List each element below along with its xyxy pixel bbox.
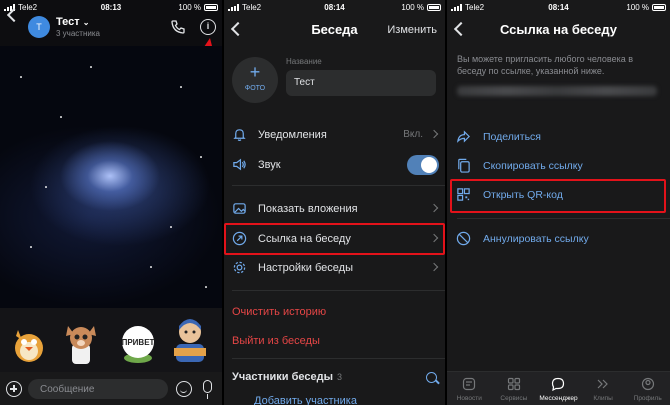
plus-icon: + xyxy=(249,62,261,82)
sound-row: Звук xyxy=(224,152,445,178)
notifications-label: Уведомления xyxy=(258,129,327,141)
tab-profile[interactable]: Профиль xyxy=(625,372,670,405)
name-label: Название xyxy=(286,57,322,66)
clear-history-button[interactable]: Очистить историю xyxy=(232,306,326,318)
block-icon xyxy=(456,231,471,246)
battery-label: 100 % xyxy=(178,3,201,12)
sticker-bird[interactable] xyxy=(10,318,48,366)
edit-button[interactable]: Изменить xyxy=(387,24,437,36)
members-title: Участники беседы 3 xyxy=(232,371,342,383)
tab-services[interactable]: Сервисы xyxy=(492,372,537,405)
invite-description: Вы можете пригласить любого человека в б… xyxy=(457,54,634,76)
battery-label: 100 % xyxy=(401,3,424,12)
chat-settings-row[interactable]: Настройки беседы xyxy=(224,255,445,281)
status-bar: Tele2 08:14 100 % xyxy=(224,0,445,14)
highlight-box xyxy=(450,179,666,213)
chat-settings-label: Настройки беседы xyxy=(258,262,353,274)
profile-icon xyxy=(641,377,654,391)
photo-label: ФОТО xyxy=(244,85,266,92)
battery-icon xyxy=(427,4,441,11)
status-bar: Tele2 08:14 100 % xyxy=(447,0,670,14)
revoke-link-label: Аннулировать ссылку xyxy=(483,233,589,245)
tab-label: Профиль xyxy=(633,395,662,402)
link-header: Ссылка на беседу xyxy=(447,14,670,44)
sticker-hello[interactable]: ПРИВЕТ xyxy=(114,318,162,366)
chat-title[interactable]: Тест ⌄ xyxy=(56,16,89,28)
phone-icon[interactable] xyxy=(170,19,186,35)
tab-clips[interactable]: Клипы xyxy=(581,372,626,405)
tab-label: Мессенджер xyxy=(539,395,578,402)
copy-icon xyxy=(458,158,470,173)
share-label: Поделиться xyxy=(483,131,541,143)
add-member-button[interactable]: Добавить участника xyxy=(232,395,357,405)
divider xyxy=(457,218,670,219)
messenger-icon xyxy=(552,377,565,391)
message-input[interactable] xyxy=(28,379,168,399)
back-button[interactable] xyxy=(6,5,20,25)
tab-news[interactable]: Новости xyxy=(447,372,492,405)
invite-url-blurred xyxy=(457,86,657,96)
add-attachment-icon[interactable] xyxy=(6,381,22,397)
gear-icon xyxy=(233,261,246,274)
tab-messenger[interactable]: Мессенджер xyxy=(536,372,581,405)
highlight-box xyxy=(224,223,445,255)
settings-header: Беседа Изменить xyxy=(224,14,445,44)
attachments-row[interactable]: Показать вложения xyxy=(224,196,445,222)
notifications-row[interactable]: Уведомления Вкл. xyxy=(224,122,445,148)
sound-label: Звук xyxy=(258,159,281,171)
divider xyxy=(232,290,445,291)
battery-icon xyxy=(652,4,666,11)
chat-settings-screen: Tele2 08:14 100 % Беседа Изменить + ФОТО… xyxy=(224,0,445,405)
image-icon xyxy=(233,203,246,214)
notifications-value: Вкл. xyxy=(403,129,423,140)
chevron-right-icon xyxy=(429,129,439,139)
battery-icon xyxy=(204,4,218,11)
sticker-girl[interactable] xyxy=(170,318,210,366)
page-title: Ссылка на беседу xyxy=(499,22,618,37)
news-icon xyxy=(463,377,476,391)
sound-toggle[interactable] xyxy=(407,155,439,175)
avatar[interactable]: Т xyxy=(28,16,50,38)
copy-link-row[interactable]: Скопировать ссылку xyxy=(447,153,670,179)
speaker-icon xyxy=(233,158,246,171)
tab-label: Сервисы xyxy=(500,395,528,402)
clips-icon xyxy=(597,379,608,389)
search-icon[interactable] xyxy=(426,372,437,383)
add-photo-button[interactable]: + ФОТО xyxy=(232,57,278,103)
revoke-link-row[interactable]: Аннулировать ссылку xyxy=(447,226,670,252)
tab-label: Новости xyxy=(456,395,482,402)
chevron-right-icon xyxy=(429,203,439,213)
copy-link-label: Скопировать ссылку xyxy=(483,160,583,172)
leave-chat-button[interactable]: Выйти из беседы xyxy=(232,335,320,347)
name-field[interactable]: Тест xyxy=(286,70,436,96)
microphone-icon[interactable] xyxy=(203,380,212,399)
chevron-right-icon xyxy=(429,262,439,272)
svg-text:ПРИВЕТ: ПРИВЕТ xyxy=(122,338,155,347)
divider xyxy=(232,185,445,186)
chat-subtitle: 3 участника xyxy=(56,29,100,38)
sticker-fox[interactable] xyxy=(62,318,100,366)
tab-label: Клипы xyxy=(593,395,613,402)
bottom-tab-bar: Новости Сервисы Мессенджер Клипы Профиль xyxy=(447,371,670,405)
attachments-label: Показать вложения xyxy=(258,203,358,215)
members-count: 3 xyxy=(336,372,342,382)
bell-icon xyxy=(233,129,246,141)
sticker-suggestions: ПРИВЕТ xyxy=(0,308,222,372)
share-row[interactable]: Поделиться xyxy=(447,124,670,150)
chat-wallpaper xyxy=(0,46,222,308)
info-icon[interactable]: i xyxy=(200,19,216,35)
divider xyxy=(232,358,445,359)
emoji-icon[interactable] xyxy=(176,381,192,397)
battery-label: 100 % xyxy=(626,3,649,12)
services-icon xyxy=(507,377,520,391)
chevron-down-icon: ⌄ xyxy=(82,18,90,27)
invite-link-screen: Tele2 08:14 100 % Ссылка на беседу Вы мо… xyxy=(447,0,670,405)
share-icon xyxy=(457,130,470,143)
message-composer xyxy=(0,372,222,405)
chat-screen: Tele2 08:13 100 % Т Тест ⌄ 3 участника i… xyxy=(0,0,222,405)
status-bar: Tele2 08:13 100 % xyxy=(0,0,222,14)
